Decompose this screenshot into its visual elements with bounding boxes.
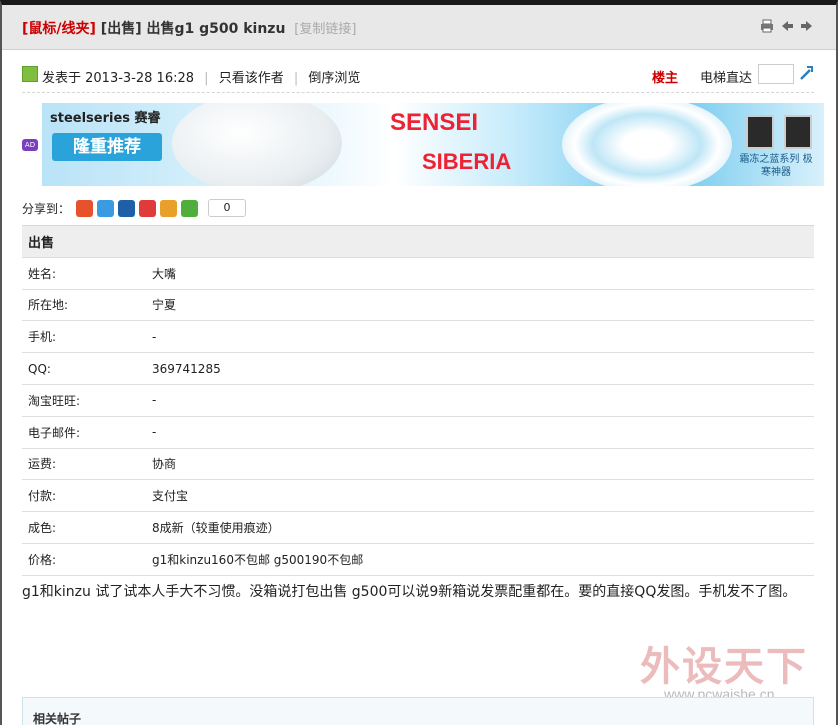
go-arrow-icon[interactable] xyxy=(798,65,814,81)
online-user-icon xyxy=(22,66,38,82)
field-label: 手机: xyxy=(22,320,146,354)
field-value: - xyxy=(146,320,814,354)
field-value: 支付宝 xyxy=(146,479,814,513)
product-box-image xyxy=(784,115,812,149)
banner-brand: steelseries 赛睿 xyxy=(50,111,161,126)
field-value: 8成新（较重使用痕迹） xyxy=(146,511,814,544)
elevator-label: 电梯直达 xyxy=(699,71,752,86)
title-tools xyxy=(760,19,814,33)
post-info: 发表于 2013-3-28 16:28 | 只看该作者 | 倒序浏览 xyxy=(42,67,360,86)
kaixin-share-icon[interactable] xyxy=(139,199,157,217)
field-label: 姓名: xyxy=(22,257,146,290)
product-box-image xyxy=(746,115,774,149)
next-thread-icon[interactable] xyxy=(800,19,814,33)
weibo-share-icon[interactable] xyxy=(76,199,94,217)
field-value: 协商 xyxy=(146,448,814,481)
table-row: 所在地: 宁夏 xyxy=(22,289,814,322)
floor-label: 楼主 xyxy=(651,71,678,86)
renren-share-icon[interactable] xyxy=(118,199,136,217)
field-label: 淘宝旺旺: xyxy=(22,384,146,417)
divider: | xyxy=(204,71,209,86)
post-date: 发表于 2013-3-28 16:28 xyxy=(42,71,195,86)
related-posts-label: 相关帖子 xyxy=(33,712,82,725)
field-value: 大嘴 xyxy=(146,257,814,290)
print-icon[interactable] xyxy=(760,19,774,33)
table-row: 淘宝旺旺: - xyxy=(22,384,814,417)
table-heading: 出售 xyxy=(22,225,814,258)
headset-image xyxy=(562,103,732,186)
copy-link-button[interactable]: [复制链接] xyxy=(294,22,356,37)
ad-banner[interactable]: steelseries 赛睿 隆重推荐 SENSEI SIBERIA 霜冻之蓝系… xyxy=(42,103,824,186)
banner-product-1: SENSEI xyxy=(390,109,479,136)
field-value: 宁夏 xyxy=(146,289,814,322)
field-value: g1和kinzu160不包邮 g500190不包邮 xyxy=(146,543,814,576)
banner-series: 霜冻之蓝系列 极寒神器 xyxy=(739,154,813,178)
table-row: 付款: 支付宝 xyxy=(22,479,814,513)
field-label: 成色: xyxy=(22,511,146,544)
share-label: 分享到： xyxy=(22,201,71,216)
field-label: 价格: xyxy=(22,543,146,576)
divider: | xyxy=(293,71,299,86)
table-row: 价格: g1和kinzu160不包邮 g500190不包邮 xyxy=(22,543,814,576)
tag-link[interactable]: [出售] xyxy=(101,21,142,37)
table-row: QQ: 369741285 xyxy=(22,352,814,385)
post-message: g1和kinzu 试了试本人手大不习惯。没箱说打包出售 g500可以说9新箱说发… xyxy=(22,584,797,600)
table-row: 姓名: 大嘴 xyxy=(22,257,814,290)
meta-divider xyxy=(22,92,814,93)
previous-thread-icon[interactable] xyxy=(780,19,794,33)
post-meta: 发表于 2013-3-28 16:28 | 只看该作者 | 倒序浏览 楼主 电梯… xyxy=(22,64,814,86)
sale-info-table: 出售 姓名: 大嘴 所在地: 宁夏 手机: - QQ: 369741285 淘宝… xyxy=(22,225,814,576)
table-header-row: 出售 xyxy=(22,225,814,258)
field-label: QQ: xyxy=(22,352,146,385)
share-bar: 分享到： 0 xyxy=(22,198,247,218)
only-author-link[interactable]: 只看该作者 xyxy=(219,71,284,86)
banner-promo: 隆重推荐 xyxy=(52,133,162,161)
related-posts-box: 相关帖子 xyxy=(22,697,814,725)
field-label: 运费: xyxy=(22,448,146,481)
field-label: 付款: xyxy=(22,479,146,513)
thread-title: [鼠标/线夹] [出售] 出售g1 g500 kinzu [复制链接] xyxy=(22,18,356,38)
banner-product-2: SIBERIA xyxy=(422,149,512,174)
watermark-logo: 外设天下 xyxy=(640,644,808,690)
table-row: 成色: 8成新（较重使用痕迹） xyxy=(22,511,814,544)
reverse-order-link[interactable]: 倒序浏览 xyxy=(308,71,360,86)
floor-jump-input[interactable] xyxy=(758,64,794,84)
category-link[interactable]: [鼠标/线夹] xyxy=(22,21,96,37)
table-row: 运费: 协商 xyxy=(22,448,814,481)
qzone-share-icon[interactable] xyxy=(97,199,115,217)
field-label: 电子邮件: xyxy=(22,416,146,449)
table-row: 手机: - xyxy=(22,320,814,354)
share-count: 0 xyxy=(208,199,247,217)
douban-share-icon[interactable] xyxy=(160,199,178,217)
more-share-icon[interactable] xyxy=(181,199,199,217)
field-value: - xyxy=(146,416,814,449)
table-row: 电子邮件: - xyxy=(22,416,814,449)
ad-badge-icon: AD xyxy=(22,139,38,151)
mouse-image xyxy=(172,103,342,186)
thread-subject: 出售g1 g500 kinzu xyxy=(146,21,286,37)
field-value: - xyxy=(146,384,814,417)
field-value: 369741285 xyxy=(146,352,814,385)
field-label: 所在地: xyxy=(22,289,146,322)
thread-title-bar: [鼠标/线夹] [出售] 出售g1 g500 kinzu [复制链接] xyxy=(2,5,836,50)
